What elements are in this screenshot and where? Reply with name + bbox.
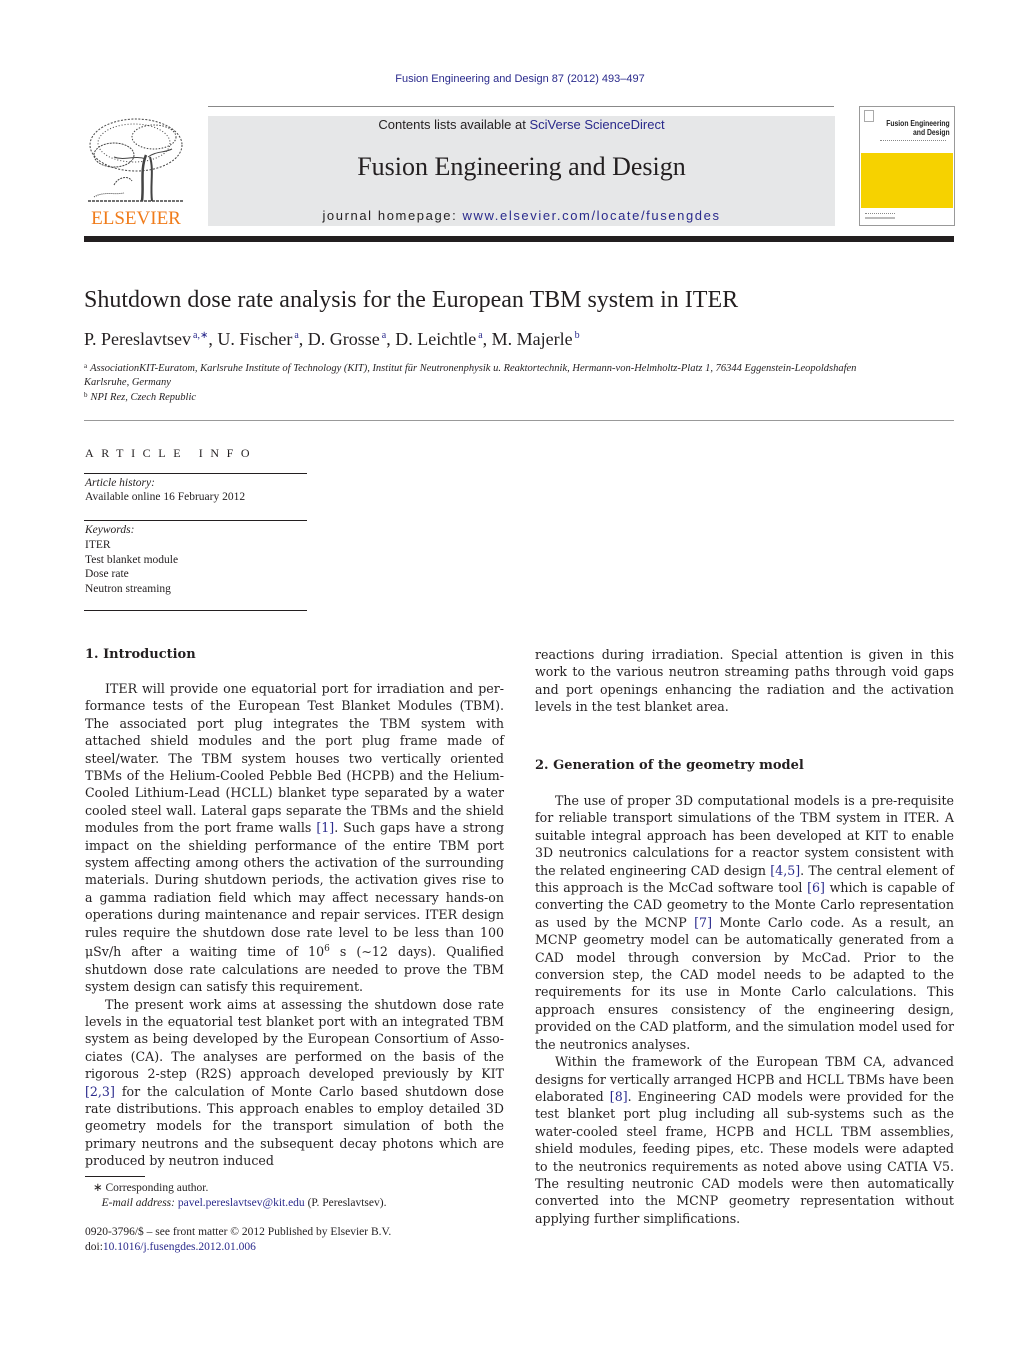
keyword-item: ITER bbox=[85, 539, 111, 551]
cover-publisher-icon bbox=[864, 110, 874, 122]
email-owner: (P. Pereslavtsev). bbox=[307, 1197, 387, 1209]
paragraph: ITER will provide one equatorial port fo… bbox=[85, 680, 504, 996]
right-column-continuation: reactions during irradiation. Special at… bbox=[535, 646, 954, 716]
journal-title: Fusion Engineering and Design bbox=[357, 152, 686, 181]
affiliation-key: a bbox=[84, 362, 88, 370]
contents-available-line: Contents lists available at SciVerse Sci… bbox=[208, 117, 835, 132]
keyword-item: Dose rate bbox=[85, 568, 129, 580]
elsevier-logo[interactable]: ELSEVIER bbox=[84, 115, 188, 230]
cover-title-line1: Fusion Engineering bbox=[886, 119, 950, 128]
journal-citation-link[interactable]: Fusion Engineering and Design 87 (2012) … bbox=[0, 73, 1021, 85]
author-name[interactable]: D. Leichtle bbox=[395, 329, 476, 349]
paragraph: The use of proper 3D computational model… bbox=[535, 792, 954, 1053]
author-name[interactable]: U. Fischer bbox=[217, 329, 292, 349]
footnote-divider bbox=[85, 1176, 145, 1177]
article-title: Shutdown dose rate analysis for the Euro… bbox=[84, 287, 739, 313]
paragraph-text: . Engineering CAD models were provided f… bbox=[535, 1088, 954, 1226]
journal-cover-thumbnail[interactable]: Fusion Engineering and Design bbox=[859, 106, 955, 226]
keyword-item: Test blanket module bbox=[85, 553, 179, 566]
author-affiliation-marker[interactable]: a bbox=[294, 330, 298, 341]
cover-yellow-band bbox=[861, 153, 953, 208]
author-affiliation-marker[interactable]: a bbox=[478, 330, 482, 341]
journal-homepage-line: journal homepage: www.elsevier.com/locat… bbox=[208, 208, 835, 223]
front-matter: 0920-3796/$ – see front matter © 2012 Pu… bbox=[85, 1225, 391, 1255]
article-info-divider bbox=[84, 520, 307, 521]
paragraph: reactions during irradiation. Special at… bbox=[535, 647, 954, 715]
article-info-divider bbox=[84, 473, 307, 474]
author-affiliation-marker[interactable]: b bbox=[575, 330, 580, 341]
doi-prefix: doi: bbox=[85, 1241, 103, 1253]
affiliation-b: b NPI Rez, Czech Republic bbox=[84, 391, 196, 403]
footnote-marker: ∗ bbox=[93, 1182, 103, 1194]
paragraph-text: The present work aims at assessing the s… bbox=[85, 996, 504, 1082]
author-affiliation-marker[interactable]: a bbox=[382, 330, 386, 341]
doi-line: doi:10.1016/j.fusengdes.2012.01.006 bbox=[85, 1240, 391, 1255]
footnote-corresponding: Corresponding author. bbox=[105, 1182, 209, 1194]
reference-link[interactable]: [6] bbox=[807, 880, 825, 895]
journal-homepage-link[interactable]: www.elsevier.com/locate/fusengdes bbox=[463, 208, 721, 223]
keywords-list: ITER Test blanket module Dose rate Neutr… bbox=[85, 538, 178, 596]
homepage-prefix: journal homepage: bbox=[322, 208, 463, 223]
affiliation-divider bbox=[84, 420, 954, 421]
corresponding-author-footnote: ∗ Corresponding author. E-mail address: … bbox=[93, 1181, 386, 1211]
reference-link[interactable]: [8] bbox=[610, 1089, 628, 1104]
article-info-divider bbox=[84, 610, 307, 611]
affiliation-text: NPI Rez, Czech Republic bbox=[90, 392, 197, 403]
reference-link[interactable]: [1] bbox=[316, 820, 334, 835]
email-label: E-mail address: bbox=[101, 1197, 175, 1209]
issn-line: 0920-3796/$ – see front matter © 2012 Pu… bbox=[85, 1226, 392, 1238]
sciencedirect-link[interactable]: SciVerse ScienceDirect bbox=[529, 117, 664, 132]
paragraph-text: . Such gaps have a strong impact on the … bbox=[85, 820, 505, 960]
paragraph-text: ITER will provide one equatorial port fo… bbox=[85, 681, 504, 836]
authors-list: P. Pereslavtsev a,∗, U. Fischer a, D. Gros… bbox=[84, 329, 580, 349]
cover-title: Fusion Engineering and Design bbox=[887, 119, 950, 137]
header-thick-rule bbox=[84, 236, 954, 242]
cover-title-line2: and Design bbox=[913, 128, 950, 137]
paragraph-text: for the cal­culation of Monte Carlo base… bbox=[85, 1083, 504, 1169]
reference-link[interactable]: [2,3] bbox=[85, 1084, 115, 1099]
right-column-body: The use of proper 3D computational model… bbox=[535, 792, 954, 1227]
reference-link[interactable]: [7] bbox=[694, 915, 712, 930]
doi-link[interactable]: 10.1016/j.fusengdes.2012.01.006 bbox=[103, 1241, 256, 1253]
cover-footer-lines bbox=[865, 213, 895, 215]
paragraph-text: Monte Carlo code. As a result, an MCNP g… bbox=[535, 914, 955, 1052]
section-heading-introduction: 1. Introduction bbox=[85, 647, 196, 662]
author-name[interactable]: D. Grosse bbox=[308, 329, 380, 349]
keyword-item: Neutron streaming bbox=[85, 582, 171, 595]
paragraph: Within the framework of the European TBM… bbox=[535, 1053, 954, 1227]
article-info-heading: ARTICLE INFO bbox=[85, 446, 258, 460]
cover-subtitle-lines bbox=[880, 140, 946, 142]
author-name[interactable]: M. Majerle bbox=[492, 329, 573, 349]
affiliation-a-continued: Karlsruhe, Germany bbox=[84, 377, 171, 388]
affiliation-text: AssociationKIT-Euratom, Karlsruhe Instit… bbox=[90, 363, 857, 374]
article-history-label: Article history: bbox=[85, 477, 155, 489]
author-email-link[interactable]: pavel.pereslavtsev@kit.edu bbox=[178, 1197, 305, 1209]
header-top-divider bbox=[208, 106, 834, 107]
author-name[interactable]: P. Pereslavtsev bbox=[84, 329, 191, 349]
author-affiliation-marker[interactable]: a,∗ bbox=[193, 330, 208, 341]
elsevier-tree-icon bbox=[88, 118, 184, 202]
elsevier-wordmark: ELSEVIER bbox=[91, 208, 181, 229]
contents-prefix: Contents lists available at bbox=[378, 117, 530, 132]
section-heading-geometry-model: 2. Generation of the geometry model bbox=[535, 758, 804, 773]
keywords-label: Keywords: bbox=[85, 524, 135, 536]
affiliation-key: b bbox=[84, 391, 88, 399]
journal-masthead: Contents lists available at SciVerse Sci… bbox=[208, 116, 835, 226]
reference-link[interactable]: [4,5] bbox=[770, 863, 800, 878]
left-column-body: ITER will provide one equatorial port fo… bbox=[85, 680, 504, 1170]
article-history-value: Available online 16 February 2012 bbox=[85, 491, 246, 503]
paragraph: The present work aims at assessing the s… bbox=[85, 996, 504, 1170]
affiliation-a: a AssociationKIT-Euratom, Karlsruhe Insti… bbox=[84, 362, 856, 374]
